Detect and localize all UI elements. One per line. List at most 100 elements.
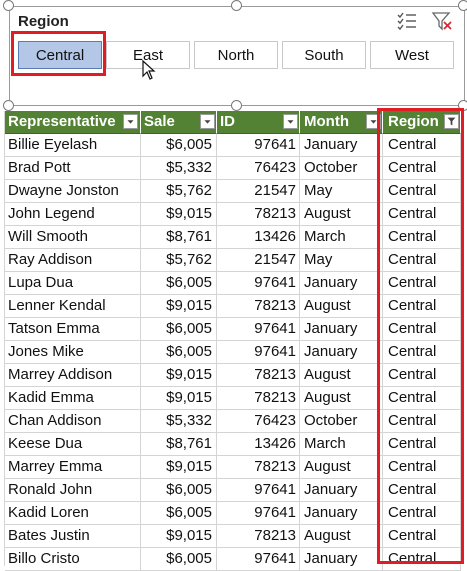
cell-month[interactable]: May xyxy=(300,249,383,272)
cell-month[interactable]: January xyxy=(300,341,383,364)
multi-select-icon[interactable] xyxy=(396,11,418,31)
cell-id[interactable]: 78213 xyxy=(217,203,300,226)
cell-sale[interactable]: $5,332 xyxy=(141,157,217,180)
cell-month[interactable]: January xyxy=(300,134,383,157)
cell-representative[interactable]: Kadid Loren xyxy=(5,502,141,525)
cell-region[interactable]: Central xyxy=(383,387,461,410)
cell-region[interactable]: Central xyxy=(383,364,461,387)
cell-month[interactable]: August xyxy=(300,295,383,318)
cell-sale[interactable]: $6,005 xyxy=(141,479,217,502)
cell-sale[interactable]: $5,762 xyxy=(141,180,217,203)
cell-representative[interactable]: Brad Pott xyxy=(5,157,141,180)
cell-representative[interactable]: John Legend xyxy=(5,203,141,226)
slicer-item-north[interactable]: North xyxy=(194,41,278,69)
cell-month[interactable]: March xyxy=(300,433,383,456)
cell-sale[interactable]: $9,015 xyxy=(141,525,217,548)
cell-id[interactable]: 78213 xyxy=(217,295,300,318)
cell-month[interactable]: January xyxy=(300,548,383,571)
clear-filter-icon[interactable] xyxy=(431,11,453,31)
cell-sale[interactable]: $8,761 xyxy=(141,226,217,249)
cell-region[interactable]: Central xyxy=(383,456,461,479)
cell-id[interactable]: 97641 xyxy=(217,548,300,571)
cell-id[interactable]: 13426 xyxy=(217,226,300,249)
resize-handle-bottom-left[interactable] xyxy=(3,100,14,111)
cell-region[interactable]: Central xyxy=(383,318,461,341)
cell-region[interactable]: Central xyxy=(383,548,461,571)
filter-dropdown-icon[interactable] xyxy=(200,114,215,129)
cell-month[interactable]: March xyxy=(300,226,383,249)
cell-region[interactable]: Central xyxy=(383,525,461,548)
cell-month[interactable]: August xyxy=(300,387,383,410)
cell-sale[interactable]: $9,015 xyxy=(141,203,217,226)
cell-region[interactable]: Central xyxy=(383,180,461,203)
filter-dropdown-icon[interactable] xyxy=(283,114,298,129)
cell-id[interactable]: 78213 xyxy=(217,525,300,548)
slicer-item-south[interactable]: South xyxy=(282,41,366,69)
cell-month[interactable]: January xyxy=(300,318,383,341)
cell-sale[interactable]: $6,005 xyxy=(141,548,217,571)
cell-id[interactable]: 76423 xyxy=(217,410,300,433)
cell-id[interactable]: 21547 xyxy=(217,249,300,272)
cell-region[interactable]: Central xyxy=(383,272,461,295)
cell-representative[interactable]: Billie Eyelash xyxy=(5,134,141,157)
cell-region[interactable]: Central xyxy=(383,203,461,226)
cell-region[interactable]: Central xyxy=(383,410,461,433)
cell-sale[interactable]: $9,015 xyxy=(141,295,217,318)
cell-representative[interactable]: Bates Justin xyxy=(5,525,141,548)
cell-region[interactable]: Central xyxy=(383,157,461,180)
cell-representative[interactable]: Tatson Emma xyxy=(5,318,141,341)
resize-handle-bottom[interactable] xyxy=(231,100,242,111)
cell-sale[interactable]: $8,761 xyxy=(141,433,217,456)
cell-month[interactable]: August xyxy=(300,456,383,479)
cell-representative[interactable]: Jones Mike xyxy=(5,341,141,364)
cell-month[interactable]: May xyxy=(300,180,383,203)
cell-id[interactable]: 97641 xyxy=(217,318,300,341)
resize-handle-top-left[interactable] xyxy=(3,0,14,11)
resize-handle-top-right[interactable] xyxy=(458,0,467,11)
cell-region[interactable]: Central xyxy=(383,341,461,364)
cell-month[interactable]: January xyxy=(300,272,383,295)
cell-id[interactable]: 97641 xyxy=(217,134,300,157)
cell-id[interactable]: 21547 xyxy=(217,180,300,203)
cell-region[interactable]: Central xyxy=(383,134,461,157)
cell-representative[interactable]: Ray Addison xyxy=(5,249,141,272)
cell-id[interactable]: 78213 xyxy=(217,387,300,410)
resize-handle-bottom-right[interactable] xyxy=(458,100,467,111)
cell-month[interactable]: August xyxy=(300,364,383,387)
region-slicer[interactable]: Region Central East North South West xyxy=(9,6,465,106)
cell-month[interactable]: January xyxy=(300,502,383,525)
cell-sale[interactable]: $9,015 xyxy=(141,364,217,387)
cell-id[interactable]: 76423 xyxy=(217,157,300,180)
cell-month[interactable]: August xyxy=(300,525,383,548)
cell-sale[interactable]: $5,332 xyxy=(141,410,217,433)
cell-month[interactable]: October xyxy=(300,157,383,180)
slicer-item-central[interactable]: Central xyxy=(18,41,102,69)
cell-sale[interactable]: $9,015 xyxy=(141,456,217,479)
cell-sale[interactable]: $6,005 xyxy=(141,134,217,157)
cell-sale[interactable]: $6,005 xyxy=(141,341,217,364)
cell-region[interactable]: Central xyxy=(383,433,461,456)
cell-sale[interactable]: $9,015 xyxy=(141,387,217,410)
cell-region[interactable]: Central xyxy=(383,479,461,502)
cell-region[interactable]: Central xyxy=(383,226,461,249)
cell-sale[interactable]: $6,005 xyxy=(141,502,217,525)
cell-representative[interactable]: Billo Cristo xyxy=(5,548,141,571)
cell-sale[interactable]: $5,762 xyxy=(141,249,217,272)
cell-month[interactable]: October xyxy=(300,410,383,433)
cell-representative[interactable]: Lupa Dua xyxy=(5,272,141,295)
cell-month[interactable]: January xyxy=(300,479,383,502)
cell-representative[interactable]: Lenner Kendal xyxy=(5,295,141,318)
cell-id[interactable]: 78213 xyxy=(217,456,300,479)
cell-region[interactable]: Central xyxy=(383,249,461,272)
filter-dropdown-icon[interactable] xyxy=(123,114,138,129)
resize-handle-top[interactable] xyxy=(231,0,242,11)
cell-representative[interactable]: Ronald John xyxy=(5,479,141,502)
cell-id[interactable]: 97641 xyxy=(217,479,300,502)
cell-id[interactable]: 13426 xyxy=(217,433,300,456)
cell-representative[interactable]: Kadid Emma xyxy=(5,387,141,410)
filter-dropdown-icon[interactable] xyxy=(366,114,381,129)
cell-month[interactable]: August xyxy=(300,203,383,226)
cell-representative[interactable]: Marrey Addison xyxy=(5,364,141,387)
cell-representative[interactable]: Chan Addison xyxy=(5,410,141,433)
cell-sale[interactable]: $6,005 xyxy=(141,272,217,295)
